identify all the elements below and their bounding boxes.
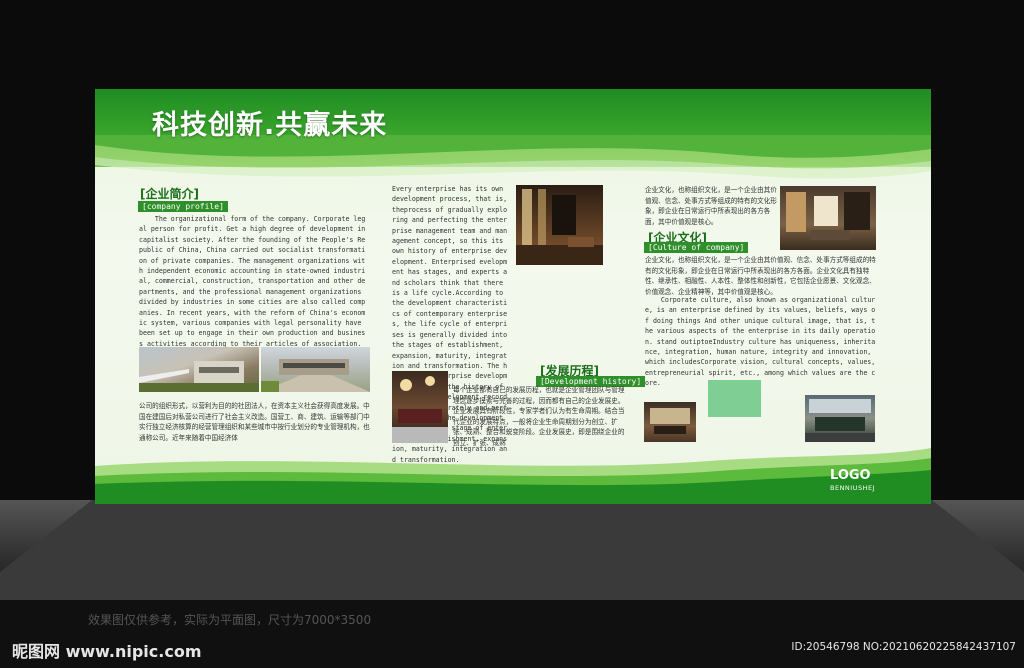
interior-photo-4 <box>644 402 696 442</box>
watermark-id: ID:20546798 NO:20210620225842437107 <box>791 641 1016 653</box>
culture-english-text: Corporate culture, also known as organiz… <box>645 296 880 388</box>
interior-photo-1 <box>516 185 603 265</box>
building-photo-1 <box>139 347 259 392</box>
interior-photo-2 <box>392 371 448 443</box>
logo-text: LOGO <box>830 468 871 483</box>
board-title: 科技创新.共赢未来 <box>152 110 388 141</box>
development-chinese-text: 每个企业都有自己的发展历程，也就是企业管理团队与管理理念逐步摸索与完善的过程，因… <box>453 386 625 447</box>
watermark-site: 昵图网 www.nipic.com <box>12 642 202 661</box>
building-photo-2 <box>261 347 370 392</box>
profile-english-text: The organizational form of the company. … <box>139 215 370 348</box>
profile-heading: [企业简介] <box>140 187 199 201</box>
culture-tag: [Culture of company] <box>644 242 749 253</box>
footer-wave <box>95 448 931 504</box>
profile-tag: [company profile] <box>138 201 228 212</box>
logo-subtext: BENNIUSHEJ <box>830 484 876 492</box>
interior-photo-5 <box>805 395 875 442</box>
culture-chinese-text: 企业文化，也称组织文化，是一个企业由其价值观、信念、处事方式等组成的特有的文化形… <box>645 256 876 296</box>
culture-intro-text: 企业文化，也称组织文化，是一个企业由其价值观、信念、处事方式等组成的特有的文化形… <box>645 186 777 226</box>
profile-chinese-text: 公司的组织形式，以营利为目的的社团法人，在资本主义社会获得高度发展。中国在建国后… <box>139 402 370 442</box>
green-placeholder-box <box>708 380 761 417</box>
interior-photo-3 <box>780 186 876 250</box>
render-caption: 效果图仅供参考，实际为平面图，尺寸为7000*3500 <box>88 613 372 627</box>
stage-platform <box>0 500 1024 600</box>
display-board: 科技创新.共赢未来 [企业简介] [company profile] The o… <box>95 89 931 504</box>
